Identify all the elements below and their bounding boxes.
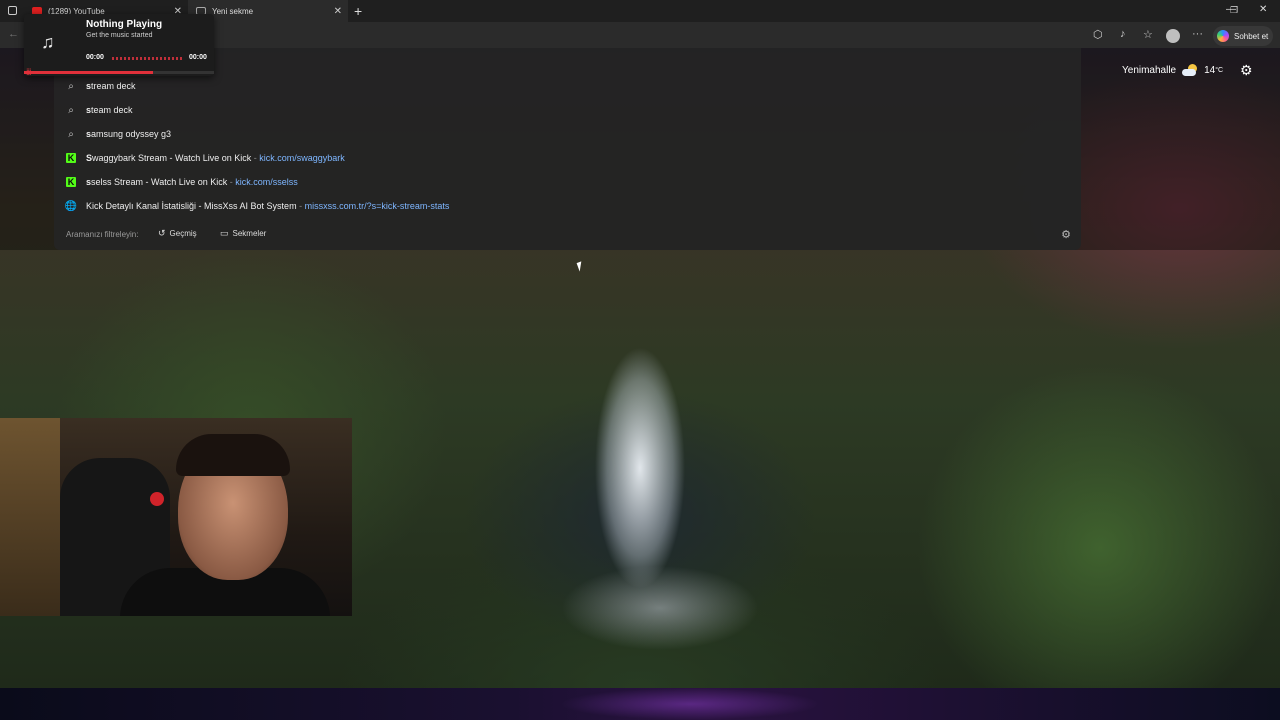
copilot-icon	[1217, 30, 1229, 42]
grip-icon[interactable]: ⁞⁞⁞	[26, 67, 31, 77]
more-options-icon[interactable]: ···	[1192, 28, 1203, 40]
media-progress-fill	[24, 71, 154, 74]
back-icon[interactable]: ←	[8, 28, 19, 40]
suggestion-text: Kick Detaylı Kanal İstatisliği - MissXss…	[86, 201, 449, 211]
tab-actions-icon[interactable]	[8, 6, 17, 15]
suggestion-rest: Kick Detaylı Kanal İstatisliği - MissXss…	[86, 201, 297, 211]
new-tab-button[interactable]: +	[354, 3, 362, 19]
extension-icon[interactable]: ⬡	[1093, 28, 1103, 41]
streamer-hair	[176, 434, 290, 476]
search-icon: ⌕	[68, 104, 74, 116]
filter-history-label: Geçmiş	[169, 229, 197, 238]
page-settings-gear-icon[interactable]: ⚙	[1240, 62, 1253, 79]
kick-icon-wrap: K	[65, 176, 77, 188]
suggestion-rest: selss Stream - Watch Live on Kick	[91, 177, 228, 187]
media-seek-bar[interactable]	[112, 57, 184, 60]
taskbar	[0, 688, 1280, 720]
suggestion-separator: -	[296, 201, 305, 211]
suggestion-text: sselss Stream - Watch Live on Kick - kic…	[86, 177, 298, 187]
taskbar-glow	[560, 688, 820, 720]
weather-location: Yenimahalle	[1122, 64, 1177, 76]
globe-icon: 🌐	[64, 200, 78, 212]
suggestion-item[interactable]: ⌕ samsung odyssey g3	[54, 122, 1081, 146]
kick-icon: K	[66, 177, 76, 187]
weather-unit: °C	[1215, 66, 1224, 74]
suggestion-text: stream deck	[86, 81, 136, 91]
chair-logo	[150, 492, 164, 506]
filter-history-chip[interactable]: ↺ Geçmiş	[158, 228, 197, 239]
profile-avatar[interactable]	[1166, 29, 1180, 43]
filter-tabs-label: Sekmeler	[232, 229, 267, 238]
copilot-button[interactable]: Sohbet et	[1213, 26, 1273, 46]
search-filter-row: Aramanızı filtreleyin: ↺ Geçmiş ▭ Sekmeler…	[54, 224, 1081, 246]
weather-widget[interactable]: Yenimahalle 14 °C	[1122, 64, 1223, 76]
gear-icon[interactable]: ⚙	[1061, 228, 1071, 241]
filter-tabs-chip[interactable]: ▭ Sekmeler	[220, 228, 266, 239]
media-time-elapsed: 00:00	[86, 54, 104, 61]
kick-icon: K	[66, 153, 76, 163]
suggestion-rest: tream deck	[91, 81, 136, 91]
media-progress-bar	[24, 71, 214, 74]
media-time-total: 00:00	[189, 54, 207, 61]
weather-temp: 14	[1204, 64, 1216, 76]
suggestion-url: kick.com/sselss	[235, 177, 298, 187]
suggestion-item[interactable]: ⌕ stream deck	[54, 74, 1081, 98]
suggestion-rest: waggybark Stream - Watch Live on Kick	[92, 153, 252, 163]
media-title: Nothing Playing	[86, 19, 163, 30]
favorites-icon[interactable]: ☆	[1143, 28, 1153, 41]
media-control-popup: ♫ Nothing Playing Get the music started …	[24, 14, 214, 77]
partly-cloudy-icon	[1182, 64, 1198, 76]
wall-frame	[0, 418, 60, 616]
suggestion-rest: amsung odyssey g3	[91, 129, 172, 139]
kick-icon-wrap: K	[65, 152, 77, 164]
read-aloud-icon[interactable]: ♪	[1120, 28, 1126, 40]
suggestion-item[interactable]: 🌐 Kick Detaylı Kanal İstatisliği - MissX…	[54, 194, 1081, 218]
filter-label: Aramanızı filtreleyin:	[66, 230, 139, 239]
close-icon[interactable]: ✕	[334, 6, 342, 17]
search-icon: ⌕	[68, 128, 74, 140]
suggestion-item[interactable]: K sselss Stream - Watch Live on Kick - k…	[54, 170, 1081, 194]
search-icon: ⌕	[68, 80, 74, 92]
suggestion-text: Swaggybark Stream - Watch Live on Kick -…	[86, 153, 345, 163]
suggestion-rest: team deck	[91, 105, 133, 115]
suggestion-item[interactable]: K Swaggybark Stream - Watch Live on Kick…	[54, 146, 1081, 170]
tab-label: Yeni sekme	[212, 6, 254, 16]
window-close-icon[interactable]: ✕	[1259, 4, 1267, 15]
suggestion-text: samsung odyssey g3	[86, 129, 171, 139]
cloud-shape	[1182, 69, 1197, 76]
suggestion-url: kick.com/swaggybark	[259, 153, 345, 163]
address-suggestions-dropdown: ⌕ stream deck ⌕ steam deck ⌕ samsung ody…	[54, 48, 1081, 250]
tabs-icon: ▭	[220, 228, 229, 238]
webcam-overlay	[0, 418, 352, 616]
history-icon: ↺	[158, 228, 166, 238]
music-note-icon: ♫	[41, 32, 55, 52]
copilot-label: Sohbet et	[1234, 31, 1269, 41]
suggestion-text: steam deck	[86, 105, 133, 115]
restore-icon[interactable]: ❐	[1230, 5, 1238, 16]
media-subtitle: Get the music started	[86, 32, 153, 39]
suggestion-url: missxss.com.tr/?s=kick-stream-stats	[304, 201, 450, 211]
suggestion-item[interactable]: ⌕ steam deck	[54, 98, 1081, 122]
